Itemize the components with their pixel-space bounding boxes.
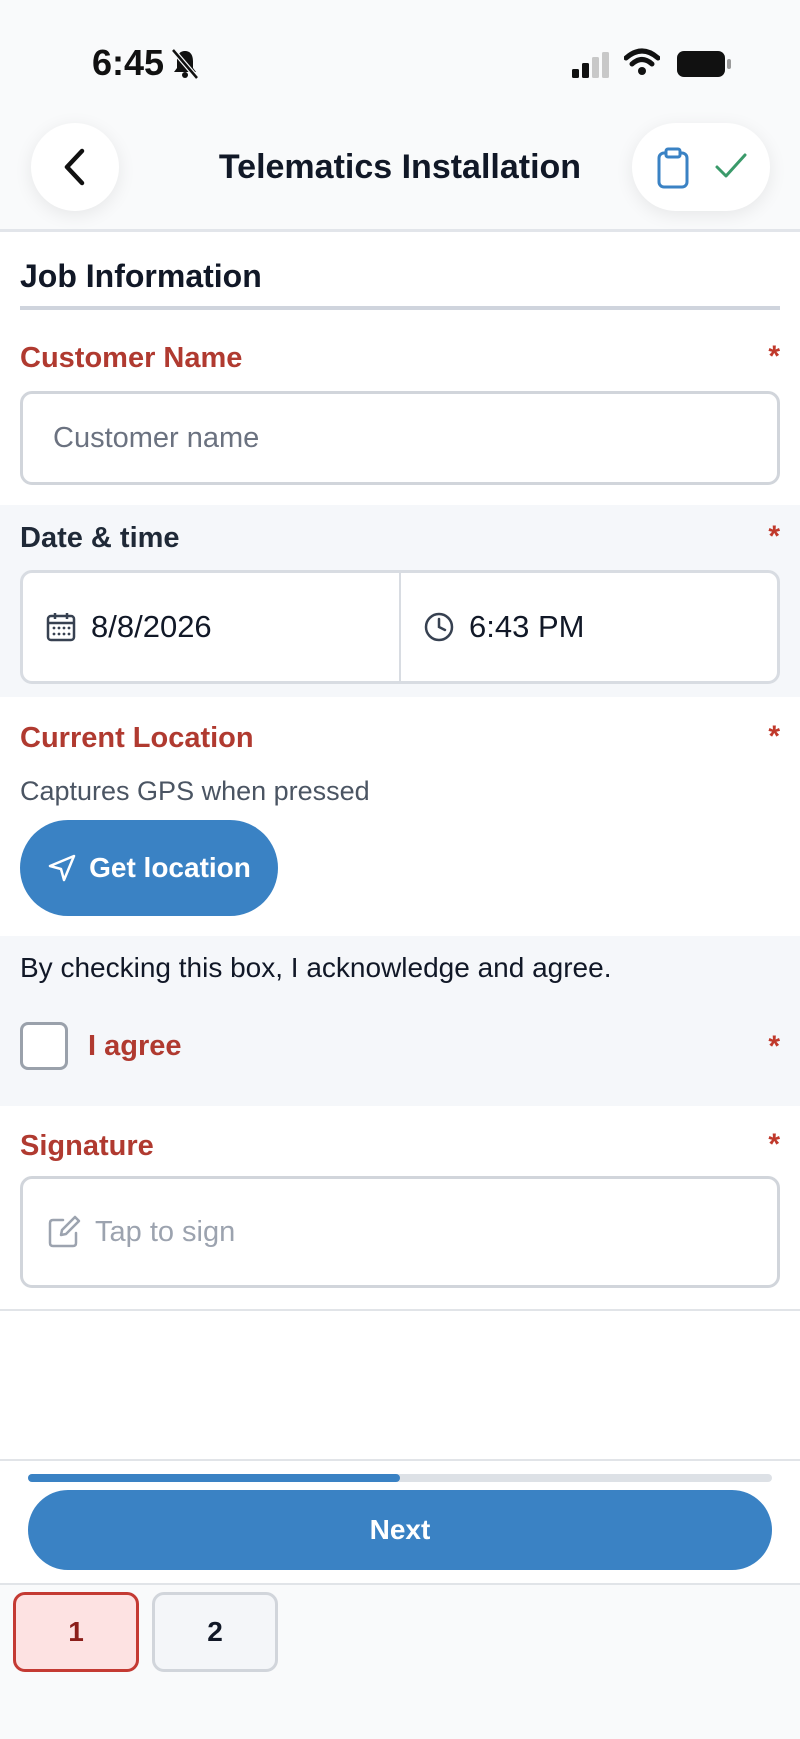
signature-placeholder: Tap to sign [95,1215,236,1248]
get-location-button[interactable]: Get location [20,820,278,916]
agree-checkbox[interactable] [20,1022,68,1070]
divider [0,1583,800,1585]
agree-label[interactable]: I agree [88,1030,182,1063]
get-location-label: Get location [89,852,251,883]
battery-icon [677,51,731,77]
navigation-arrow-icon [48,854,76,882]
calendar-icon [46,613,76,642]
customer-name-label: Customer Name [20,342,243,374]
page-button-2[interactable]: 2 [152,1592,278,1672]
next-button[interactable]: Next [28,1490,772,1570]
status-bar: 6:45 [0,0,800,110]
date-picker[interactable]: 8/8/2026 [23,573,399,681]
required-indicator: * [768,1128,780,1161]
signal-icon [572,52,609,78]
date-value: 8/8/2026 [91,609,212,644]
divider [0,1459,800,1461]
edit-icon [48,1215,81,1248]
page-button-1[interactable]: 1 [13,1592,139,1672]
progress-bar [28,1474,772,1482]
clipboard-icon[interactable] [656,147,690,189]
wifi-icon [624,48,660,75]
required-indicator: * [768,1030,780,1063]
bell-slash-icon [171,48,199,80]
signature-label: Signature [20,1130,154,1162]
time-picker[interactable]: 6:43 PM [399,573,777,681]
date-time-label: Date & time [20,522,180,554]
location-helper-text: Captures GPS when pressed [20,776,370,806]
customer-name-placeholder: Customer name [53,421,260,454]
clock-icon [424,612,454,642]
customer-name-input[interactable]: Customer name [20,391,780,485]
required-indicator: * [768,340,780,373]
section-title: Job Information [20,258,262,294]
check-icon[interactable] [714,151,748,181]
date-time-field: 8/8/2026 6:43 PM [20,570,780,684]
divider [0,1309,800,1311]
agreement-text: By checking this box, I acknowledge and … [20,952,612,983]
signature-pad[interactable]: Tap to sign [20,1176,780,1288]
time-value: 6:43 PM [469,609,585,644]
header-actions [632,123,770,211]
header: Telematics Installation [0,110,800,232]
status-time: 6:45 [92,42,165,83]
progress-fill [28,1474,400,1482]
section-divider [20,306,780,310]
current-location-label: Current Location [20,722,254,754]
required-indicator: * [768,720,780,753]
required-indicator: * [768,520,780,553]
next-button-label: Next [369,1514,431,1545]
